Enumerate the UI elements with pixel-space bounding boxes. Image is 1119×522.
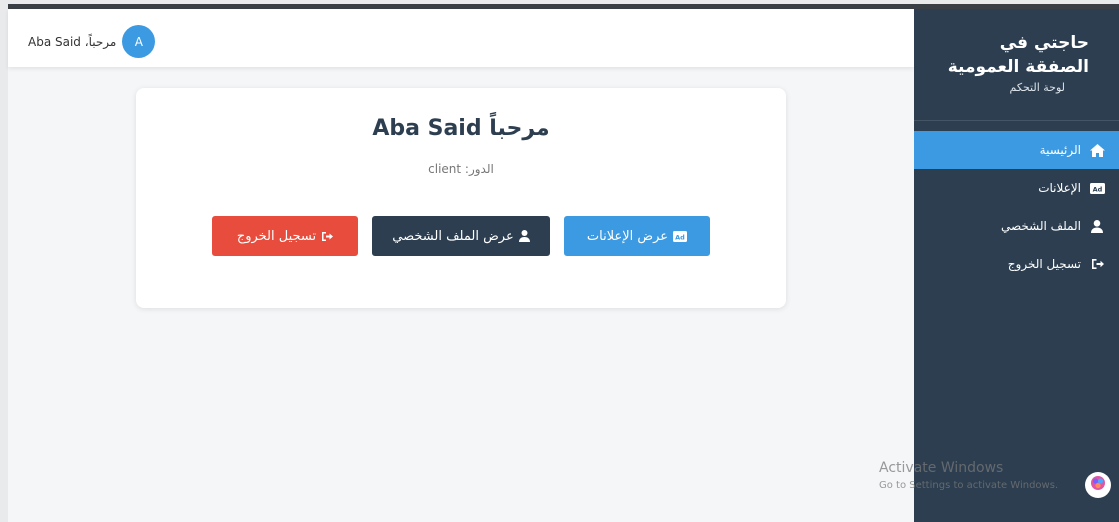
user-greeting: مرحباً، Aba Said [28,34,117,49]
view-ads-button-label: عرض الإعلانات [586,228,669,244]
sidebar-divider [914,120,1119,121]
welcome-card: مرحباً Aba Said الدور: client تسجيل الخر… [136,88,786,308]
sign-out-icon [1089,256,1105,272]
view-ads-button[interactable]: عرض الإعلانات Ad [564,216,710,256]
watermark-subtitle: Go to Settings to activate Windows. [879,480,1059,491]
activation-watermark: Activate Windows Go to Settings to activ… [879,460,1058,491]
logout-button[interactable]: تسجيل الخروج [212,216,358,256]
app-title: حاجتي في الصفقة العمومية [947,33,1089,77]
sidebar-item-logout[interactable]: تسجيل الخروج [914,245,1119,283]
brain-icon [1090,475,1106,495]
user-icon [518,230,530,242]
sidebar-item-label: تسجيل الخروج [1007,257,1081,271]
assistant-badge[interactable] [1085,472,1111,498]
svg-text:Ad: Ad [1092,185,1102,193]
sidebar-item-label: الإعلانات [1038,181,1081,195]
ad-icon: Ad [1089,180,1105,196]
role-text: الدور: client [428,162,494,176]
app-subtitle: لوحة التحكم [1009,81,1065,94]
sidebar-item-home[interactable]: الرئيسية [914,131,1119,169]
sign-out-icon [321,231,334,242]
ad-icon: Ad [673,230,688,242]
home-icon [1089,142,1105,158]
sidebar-item-ads[interactable]: الإعلانات Ad [914,169,1119,207]
top-header: مرحباً، Aba Said A [8,9,914,67]
sidebar-item-label: الملف الشخصي [1001,219,1081,233]
sidebar-item-label: الرئيسية [1039,143,1081,157]
view-profile-button[interactable]: عرض الملف الشخصي [372,216,550,256]
sidebar-nav: الرئيسية الإعلانات Ad الملف الشخصي تسجيل… [914,131,1119,283]
welcome-heading: مرحباً Aba Said [372,116,550,141]
svg-text:Ad: Ad [675,233,685,241]
user-menu[interactable]: مرحباً، Aba Said A [28,25,156,58]
brand: حاجتي في الصفقة العمومية لوحة التحكم [914,31,1119,94]
sidebar-item-profile[interactable]: الملف الشخصي [914,207,1119,245]
logout-button-label: تسجيل الخروج [236,228,317,244]
sidebar: حاجتي في الصفقة العمومية لوحة التحكم الر… [914,9,1119,522]
view-profile-button-label: عرض الملف الشخصي [392,228,514,244]
main-content-area: مرحباً، Aba Said A مرحباً Aba Said الدور… [8,9,914,522]
avatar[interactable]: A [122,25,156,58]
user-icon [1089,218,1105,234]
watermark-title: Activate Windows [879,460,1004,476]
